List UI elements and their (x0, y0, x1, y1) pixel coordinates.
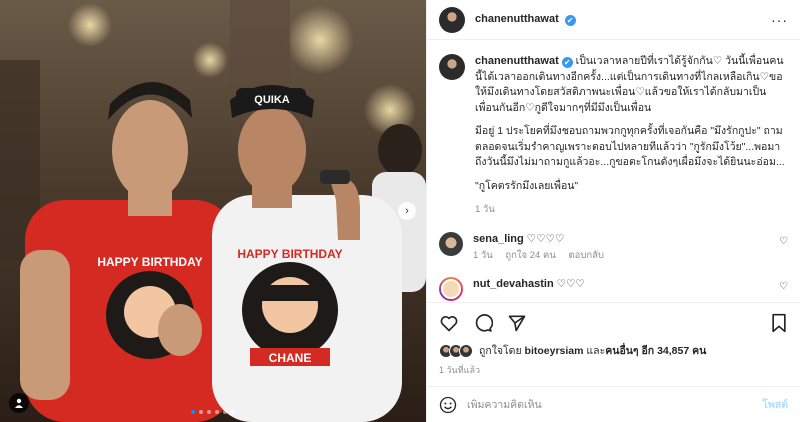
likes-prefix: ถูกใจโดย (479, 345, 522, 357)
commenter-avatar[interactable] (439, 231, 463, 256)
caption-paragraph-2: มีอยู่ 1 ประโยคที่มึงชอบถามพวกกูทุกครั้ง… (475, 125, 785, 168)
comment-text: ♡♡♡♡ (526, 232, 565, 245)
like-comment-heart-icon[interactable]: ♡ (779, 236, 788, 247)
post-date[interactable]: 1 วันที่แล้ว (439, 363, 480, 377)
caption-avatar[interactable] (439, 54, 465, 80)
comment-time: 1 วัน (473, 249, 493, 261)
share-icon[interactable] (507, 313, 527, 333)
next-photo-button[interactable]: › (398, 202, 416, 220)
carousel-dot (223, 410, 227, 414)
like-comment-heart-icon[interactable]: ♡ (779, 281, 788, 292)
instagram-post-modal: HAPPY BIRTHDAY QUIKA HAPPY BIRTHDAY CHAN… (0, 0, 800, 422)
comment-item: sena_ling ♡♡♡♡ 1 วัน ถูกใจ 24 คน ตอบกลับ… (439, 231, 788, 263)
liker-username[interactable]: bitoeyrsiam (525, 345, 584, 357)
carousel-dot (207, 410, 211, 414)
likes-others[interactable]: คนอื่นๆ อีก 34,857 คน (605, 342, 706, 359)
post-comment-button[interactable]: โพสต์ (762, 396, 788, 413)
emoji-icon[interactable] (439, 396, 457, 414)
liker-avatar (459, 343, 473, 358)
likes-connector: และ (586, 345, 606, 357)
caption-time: 1 วัน (475, 204, 495, 215)
comments-section[interactable]: chanenutthawat ✔ เป็นเวลาหลายปีที่เราได้ร… (427, 40, 800, 302)
carousel-dot (231, 410, 235, 414)
comment-likes[interactable]: ถูกใจ 24 คน (505, 250, 555, 261)
author-name-wrap: chanenutthawat ✔ (475, 13, 576, 26)
shirt-name-text: CHANE (269, 351, 312, 365)
more-options-icon[interactable]: ··· (771, 12, 788, 28)
add-comment-bar: โพสต์ (427, 386, 800, 422)
author-username[interactable]: chanenutthawat (475, 13, 559, 25)
comment-meta: 1 วัน ถูกใจ 24 คน ตอบกลับ (473, 248, 614, 263)
white-shirt-text: HAPPY BIRTHDAY (237, 247, 342, 261)
carousel-dot (191, 410, 195, 414)
liker-avatars (439, 343, 473, 358)
author-avatar[interactable] (439, 6, 465, 33)
post-actions (427, 302, 800, 342)
caption: chanenutthawat ✔ เป็นเวลาหลายปีที่เราได้ร… (439, 54, 788, 218)
bookmark-icon[interactable] (770, 313, 788, 333)
commenter-avatar[interactable] (439, 276, 463, 301)
caption-paragraph-1: chanenutthawat ✔ เป็นเวลาหลายปีที่เราได้ร… (475, 54, 785, 116)
commenter-username[interactable]: sena_ling (473, 233, 524, 245)
comment-text: ♡♡♡ (556, 277, 585, 290)
verified-badge-icon: ✔ (561, 57, 573, 68)
heart-icon[interactable] (439, 313, 459, 333)
comment-input[interactable] (467, 398, 753, 411)
post-header: chanenutthawat ✔ ··· (427, 0, 800, 40)
chevron-right-icon: › (405, 205, 409, 217)
carousel-indicator (0, 410, 426, 414)
post-photo[interactable]: HAPPY BIRTHDAY QUIKA HAPPY BIRTHDAY CHAN… (0, 0, 426, 422)
red-shirt-text: HAPPY BIRTHDAY (97, 255, 202, 269)
user-icon (15, 398, 23, 408)
verified-badge-icon: ✔ (564, 15, 576, 26)
cap-text: QUIKA (254, 94, 290, 106)
carousel-dot (199, 410, 203, 414)
likes-summary: ถูกใจโดย bitoeyrsiam และ คนอื่นๆ อีก 34,… (439, 342, 788, 359)
commenter-username[interactable]: nut_devahastin (473, 278, 554, 290)
carousel-dot (215, 410, 219, 414)
caption-body: chanenutthawat ✔ เป็นเวลาหลายปีที่เราได้ร… (475, 54, 785, 218)
comment-item: nut_devahastin ♡♡♡ ♡ (439, 276, 788, 301)
caption-paragraph-3: "กูโคตรรักมึงเลยเพื่อน" (475, 179, 579, 192)
photo-scene: HAPPY BIRTHDAY QUIKA HAPPY BIRTHDAY CHAN… (0, 0, 426, 422)
comment-icon[interactable] (473, 313, 493, 333)
reply-button[interactable]: ตอบกลับ (568, 250, 604, 261)
post-side-panel: chanenutthawat ✔ ··· chanenutthawat ✔ เป็… (426, 0, 800, 422)
caption-username[interactable]: chanenutthawat (475, 55, 559, 67)
